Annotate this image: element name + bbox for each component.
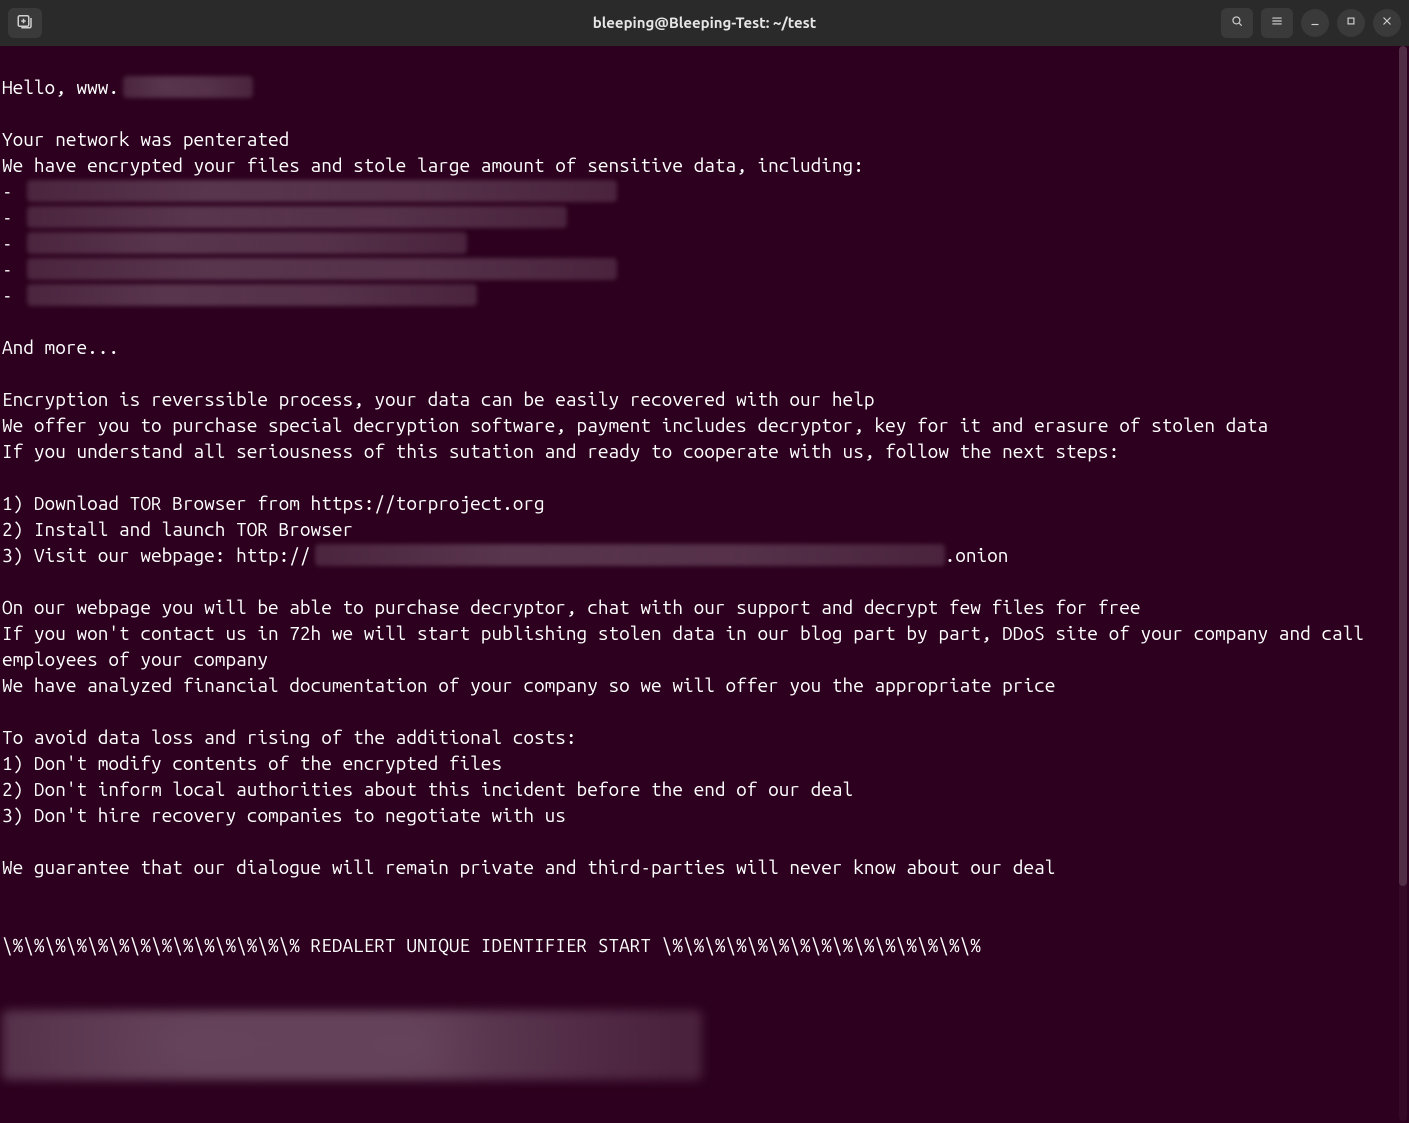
note-bullet: - — [2, 258, 23, 280]
redacted-identifier-block — [2, 1010, 702, 1080]
note-line: 3) Don't hire recovery companies to nego… — [2, 804, 566, 826]
redacted-bullet — [27, 232, 467, 254]
scrollbar-thumb[interactable] — [1399, 46, 1407, 886]
search-button[interactable] — [1221, 8, 1253, 38]
terminal-body[interactable]: Hello, www. Your network was penterated … — [0, 46, 1397, 1123]
redacted-bullet — [27, 284, 477, 306]
new-tab-button[interactable] — [8, 8, 42, 38]
note-line: We have encrypted your files and stole l… — [2, 154, 864, 176]
note-line: To avoid data loss and rising of the add… — [2, 726, 577, 748]
note-bullet: - — [2, 206, 23, 228]
note-line: Encryption is reverssible process, your … — [2, 388, 874, 410]
maximize-button[interactable] — [1337, 9, 1365, 37]
note-bullet: - — [2, 232, 23, 254]
hamburger-menu-button[interactable] — [1261, 8, 1293, 38]
maximize-icon — [1344, 14, 1358, 32]
redacted-onion-host — [315, 544, 945, 566]
redacted-bullet — [27, 206, 567, 228]
note-line: We guarantee that our dialogue will rema… — [2, 856, 1055, 878]
redacted-bullet — [27, 258, 617, 280]
titlebar-left — [8, 8, 42, 38]
note-line: If you understand all seriousness of thi… — [2, 440, 1119, 462]
close-button[interactable] — [1373, 9, 1401, 37]
redacted-bullet — [27, 180, 617, 202]
window-title: bleeping@Bleeping-Test: ~/test — [593, 14, 816, 31]
note-line: If you won't contact us in 72h we will s… — [2, 622, 1375, 670]
hamburger-menu-icon — [1270, 14, 1284, 32]
note-line: 1) Download TOR Browser from https://tor… — [2, 492, 545, 514]
note-line: \%\%\%\%\%\%\%\%\%\%\%\%\%\% REDALERT UN… — [2, 934, 981, 956]
note-line: We have analyzed financial documentation… — [2, 674, 1055, 696]
note-line-prefix: 3) Visit our webpage: http:// — [2, 544, 311, 566]
terminal-window: bleeping@Bleeping-Test: ~/test — [0, 0, 1409, 1123]
note-line: Your network was penterated — [2, 128, 289, 150]
titlebar-right — [1221, 8, 1401, 38]
note-line: 2) Don't inform local authorities about … — [2, 778, 853, 800]
terminal-scrollbar[interactable] — [1399, 46, 1407, 1121]
minimize-button[interactable] — [1301, 9, 1329, 37]
note-line: 2) Install and launch TOR Browser — [2, 518, 353, 540]
note-line: We offer you to purchase special decrypt… — [2, 414, 1268, 436]
titlebar: bleeping@Bleeping-Test: ~/test — [0, 0, 1409, 46]
note-bullet: - — [2, 180, 23, 202]
new-tab-icon — [16, 12, 34, 34]
minimize-icon — [1308, 14, 1322, 32]
note-line: On our webpage you will be able to purch… — [2, 596, 1140, 618]
close-icon — [1380, 14, 1394, 32]
titlebar-center: bleeping@Bleeping-Test: ~/test — [0, 14, 1409, 32]
note-line: And more... — [2, 336, 119, 358]
redacted-domain — [123, 76, 253, 98]
note-greeting-prefix: Hello, www. — [2, 76, 119, 98]
search-icon — [1230, 14, 1244, 32]
note-line: 1) Don't modify contents of the encrypte… — [2, 752, 502, 774]
note-line-suffix: .onion — [945, 544, 1009, 566]
note-bullet: - — [2, 284, 23, 306]
